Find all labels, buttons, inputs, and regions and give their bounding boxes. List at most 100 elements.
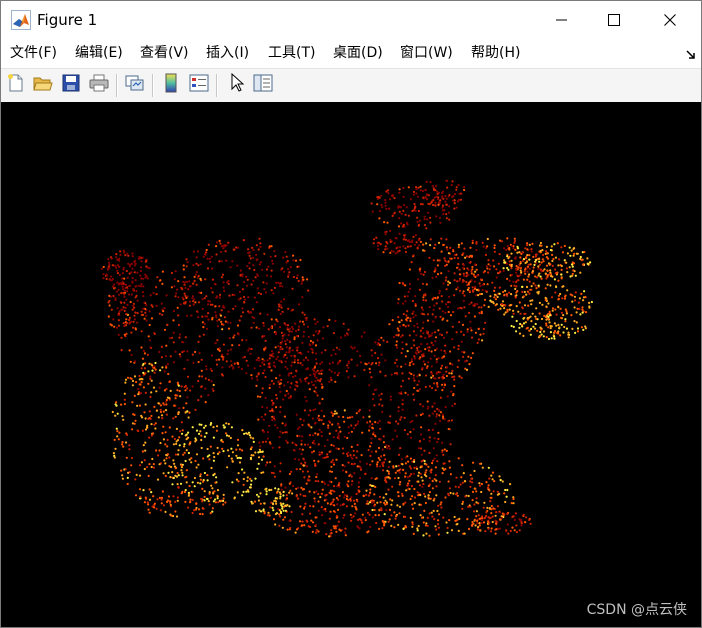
cloud-point: [504, 488, 507, 492]
cloud-point: [423, 449, 426, 452]
cloud-point: [122, 291, 125, 294]
cloud-point: [137, 393, 140, 396]
cloud-point: [454, 519, 457, 522]
cloud-point: [144, 260, 147, 263]
new-figure-button[interactable]: [5, 74, 27, 96]
close-button[interactable]: [647, 1, 693, 39]
cloud-point: [434, 340, 437, 343]
property-inspector-button[interactable]: [252, 74, 274, 96]
cloud-point: [126, 276, 129, 279]
cloud-point: [279, 348, 282, 351]
cloud-point: [545, 336, 548, 339]
cloud-point: [542, 269, 545, 272]
cloud-point: [211, 387, 214, 390]
menu-desktop[interactable]: 桌面(D): [333, 44, 383, 62]
insert-colorbar-button[interactable]: [160, 73, 182, 96]
cloud-point: [342, 322, 345, 325]
cloud-point: [387, 192, 390, 195]
edit-plot-button[interactable]: [226, 72, 248, 97]
cloud-point: [394, 237, 397, 240]
menu-help[interactable]: 帮助(H): [471, 44, 520, 62]
cloud-point: [409, 497, 412, 501]
cloud-point: [100, 267, 103, 270]
cloud-point: [193, 275, 196, 278]
menu-file[interactable]: 文件(F): [10, 44, 57, 62]
cloud-point: [148, 339, 151, 342]
dock-arrow-icon[interactable]: [685, 46, 697, 59]
cloud-point: [238, 290, 241, 293]
cloud-point: [317, 332, 320, 335]
cloud-point: [397, 410, 400, 413]
cloud-point: [357, 485, 360, 488]
cloud-point: [458, 279, 461, 282]
cloud-point: [289, 386, 292, 389]
cloud-point: [395, 344, 398, 347]
cloud-point: [439, 199, 442, 202]
insert-legend-button[interactable]: [188, 74, 210, 96]
cloud-point: [419, 189, 422, 192]
cloud-point: [560, 273, 563, 276]
cloud-point: [255, 259, 258, 262]
open-file-button[interactable]: [32, 74, 54, 96]
cloud-point: [219, 293, 222, 296]
cloud-point: [229, 348, 232, 351]
cloud-point: [272, 292, 275, 295]
cloud-point: [395, 515, 398, 518]
cloud-point: [466, 330, 469, 333]
cloud-point: [462, 266, 465, 270]
menu-insert[interactable]: 插入(I): [206, 44, 249, 62]
cloud-point: [222, 450, 225, 453]
cloud-point: [118, 259, 121, 262]
cloud-point: [419, 240, 422, 243]
cloud-point: [467, 282, 470, 285]
cloud-point: [423, 249, 426, 252]
menu-edit[interactable]: 编辑(E): [75, 44, 123, 62]
cloud-point: [387, 472, 390, 475]
cloud-point: [546, 252, 549, 255]
cloud-point: [355, 492, 358, 496]
cloud-point: [142, 307, 145, 310]
cloud-point: [322, 508, 325, 511]
cloud-point: [411, 209, 414, 213]
cloud-point: [220, 309, 223, 312]
cloud-point: [420, 453, 423, 456]
cloud-point: [185, 475, 188, 478]
menu-tools[interactable]: 工具(T): [268, 44, 315, 62]
cloud-point: [334, 525, 337, 528]
cloud-point: [115, 401, 118, 404]
cloud-point: [330, 492, 333, 495]
cloud-point: [513, 239, 517, 242]
cloud-point: [461, 292, 464, 295]
figure-axes[interactable]: CSDN @点云侠: [1, 102, 701, 627]
cloud-point: [406, 433, 409, 436]
cloud-point: [192, 303, 195, 306]
edit-plot-pointer-icon: [230, 72, 245, 97]
cloud-point: [253, 268, 256, 272]
link-plot-button[interactable]: [124, 74, 146, 96]
maximize-button[interactable]: [591, 1, 637, 39]
minimize-button[interactable]: [539, 1, 585, 39]
cloud-point: [479, 462, 482, 465]
cloud-point: [468, 363, 471, 366]
save-button[interactable]: [60, 74, 82, 96]
cloud-point: [389, 238, 392, 242]
cloud-point: [445, 203, 448, 206]
cloud-point: [373, 508, 376, 512]
cloud-point: [417, 447, 420, 450]
cloud-point: [508, 291, 511, 294]
cloud-point: [299, 468, 302, 471]
menu-window[interactable]: 窗口(W): [400, 44, 453, 62]
cloud-point: [202, 480, 205, 483]
toolbar-separator: [152, 74, 154, 97]
cloud-point: [420, 476, 423, 479]
cloud-point: [266, 359, 269, 362]
cloud-point: [192, 282, 195, 285]
cloud-point: [185, 469, 188, 472]
menu-view[interactable]: 查看(V): [140, 44, 189, 62]
print-button[interactable]: [88, 74, 110, 96]
cloud-point: [398, 210, 401, 213]
cloud-point: [359, 468, 363, 471]
title-bar[interactable]: Figure 1: [1, 1, 701, 39]
cloud-point: [570, 249, 573, 252]
cloud-point: [206, 315, 209, 318]
